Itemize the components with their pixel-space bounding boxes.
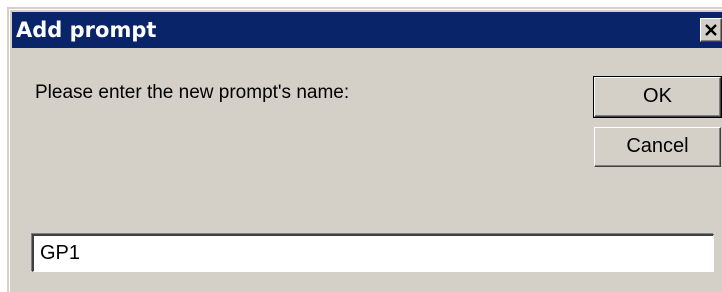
title-bar[interactable]: Add prompt [12, 12, 722, 48]
dialog-title: Add prompt [16, 18, 157, 42]
ok-button[interactable]: OK [593, 76, 722, 118]
close-button[interactable] [700, 18, 722, 42]
cancel-button[interactable]: Cancel [594, 127, 721, 167]
close-icon [705, 24, 717, 36]
prompt-name-input[interactable] [32, 234, 714, 272]
add-prompt-dialog: Add prompt Please enter the new prompt's… [7, 7, 722, 292]
prompt-label: Please enter the new prompt's name: [35, 82, 350, 103]
